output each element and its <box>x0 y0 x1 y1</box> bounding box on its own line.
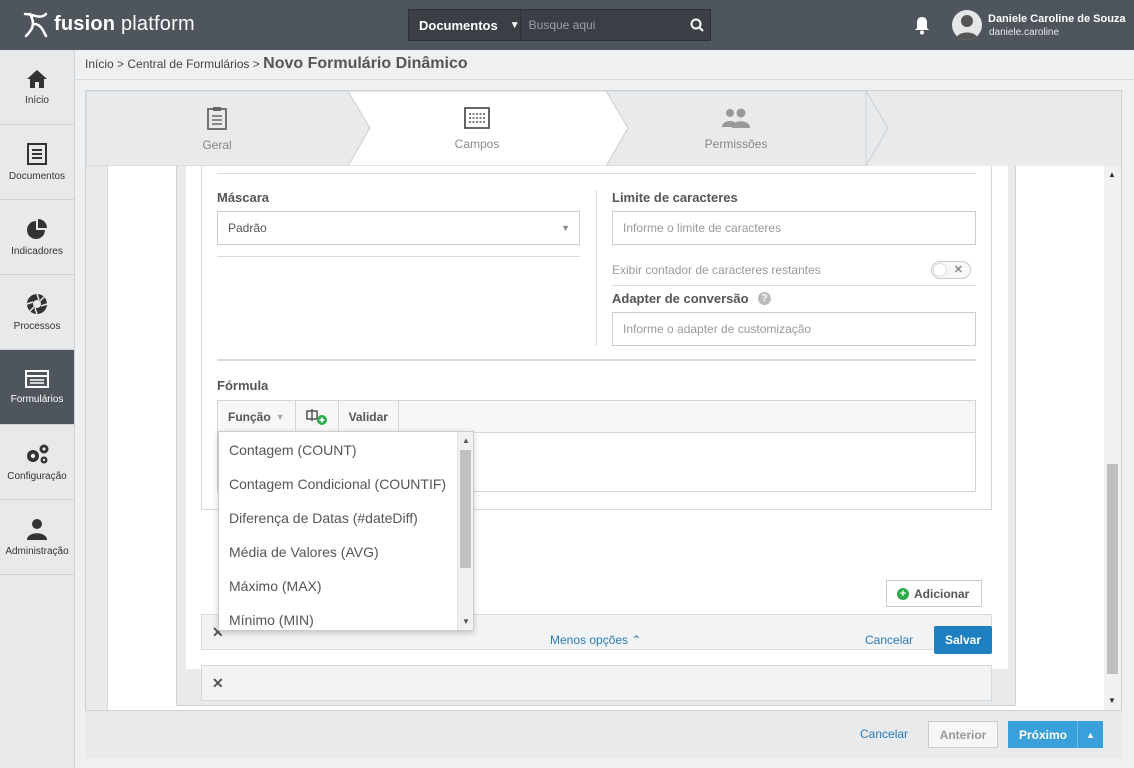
clipboard-icon <box>207 106 227 130</box>
scroll-down-icon[interactable]: ▼ <box>462 617 470 626</box>
adapter-input[interactable]: Informe o adapter de customização <box>612 312 976 346</box>
scroll-down-icon[interactable]: ▼ <box>1108 696 1116 705</box>
top-bar: fusion platform Documentos ▼ Daniele Car… <box>0 0 1134 50</box>
plus-circle-icon: + <box>897 587 909 600</box>
help-icon[interactable]: ? <box>758 292 771 305</box>
sidebar-item-inicio[interactable]: Início <box>0 50 74 125</box>
sidebar-item-indicadores[interactable]: Indicadores <box>0 200 74 275</box>
document-icon <box>27 142 47 165</box>
search-scope-select[interactable]: Documentos ▼ <box>409 10 521 40</box>
content-scrollbar[interactable]: ▲ ▼ <box>1104 166 1121 710</box>
form-icon <box>25 369 49 388</box>
step-label: Geral <box>202 137 232 152</box>
sidebar-item-administracao[interactable]: Administração <box>0 500 74 575</box>
scrollbar-thumb[interactable] <box>460 450 471 568</box>
validate-button[interactable]: Validar <box>339 401 399 432</box>
pie-chart-icon <box>27 218 47 239</box>
user-login: daniele.caroline <box>989 27 1060 38</box>
function-option-avg[interactable]: Média de Valores (AVG) <box>229 544 379 560</box>
sidebar-item-label: Início <box>25 94 49 106</box>
wizard-footer: Cancelar Anterior Próximo ▲ <box>85 710 1122 758</box>
previous-button[interactable]: Anterior <box>928 721 998 748</box>
step-permissoes[interactable]: Permissões <box>606 91 866 166</box>
function-option-count[interactable]: Contagem (COUNT) <box>229 442 357 458</box>
add-field-icon <box>305 408 327 425</box>
counter-toggle[interactable]: ✕ <box>931 261 971 279</box>
sidebar-item-documentos[interactable]: Documentos <box>0 125 74 200</box>
page-title: Novo Formulário Dinâmico <box>263 55 468 72</box>
breadcrumb: Início > Central de Formulários > Novo F… <box>85 55 468 72</box>
cancel-field-button[interactable]: Cancelar <box>865 633 913 647</box>
function-menu-button[interactable]: Função ▼ <box>218 401 296 432</box>
sidebar-item-processos[interactable]: Processos <box>0 275 74 350</box>
user-name[interactable]: Daniele Caroline de Souza <box>988 13 1126 25</box>
function-option-min[interactable]: Mínimo (MIN) <box>229 612 314 628</box>
function-option-countif[interactable]: Contagem Condicional (COUNTIF) <box>229 476 446 492</box>
search-icon <box>690 18 704 32</box>
cancel-wizard-button[interactable]: Cancelar <box>860 727 908 741</box>
user-icon <box>27 518 47 540</box>
brand-logo[interactable]: fusion platform <box>22 10 195 38</box>
scroll-up-icon[interactable]: ▲ <box>1108 170 1116 179</box>
users-icon <box>722 108 750 128</box>
avatar[interactable] <box>952 10 982 40</box>
formula-label: Fórmula <box>217 378 269 393</box>
save-field-button[interactable]: Salvar <box>934 626 992 654</box>
next-button[interactable]: Próximo ▲ <box>1008 721 1103 748</box>
step-label: Permissões <box>704 136 768 151</box>
function-dropdown: Contagem (COUNT) Contagem Condicional (C… <box>218 431 474 631</box>
step-label: Campos <box>454 136 500 151</box>
step-geral[interactable]: Geral <box>86 91 348 166</box>
less-options-link[interactable]: Menos opções ⌃ <box>550 633 641 647</box>
mask-label: Máscara <box>217 190 270 205</box>
bell-icon[interactable] <box>913 15 931 35</box>
dropdown-scrollbar[interactable]: ▲ ▼ <box>457 432 473 630</box>
fusion-logo-icon <box>23 12 48 38</box>
limit-label: Limite de caracteres <box>612 190 738 205</box>
step-campos[interactable]: Campos <box>348 91 606 166</box>
global-search: Documentos ▼ <box>408 9 711 41</box>
function-option-max[interactable]: Máximo (MAX) <box>229 578 322 594</box>
caret-up-icon: ▲ <box>1086 729 1095 740</box>
sidebar-item-label: Administração <box>5 545 69 557</box>
user-silhouette-icon <box>956 15 978 40</box>
caret-down-icon: ▼ <box>509 19 520 31</box>
close-icon: ✕ <box>953 264 963 276</box>
gears-icon <box>27 444 49 463</box>
caret-down-icon: ▼ <box>275 411 285 422</box>
sidebar-item-label: Formulários <box>10 393 64 405</box>
sidebar-item-label: Processos <box>13 320 61 332</box>
adapter-label: Adapter de conversão <box>612 291 749 306</box>
brand-name: fusion platform <box>54 12 195 35</box>
breadcrumb-home[interactable]: Início <box>85 57 114 71</box>
collapse-icon: ✕ <box>212 675 224 691</box>
search-input[interactable] <box>520 10 684 40</box>
next-options-button[interactable]: ▲ <box>1077 721 1103 748</box>
sidebar-item-configuracao[interactable]: Configuração <box>0 425 74 500</box>
home-icon <box>27 69 47 88</box>
aperture-icon <box>26 293 48 314</box>
sidebar-item-label: Indicadores <box>11 245 63 257</box>
add-button[interactable]: + Adicionar <box>886 580 982 607</box>
wizard-panel: Geral Campos Permissões Máscara Padrão ▼… <box>85 90 1122 758</box>
caret-down-icon: ▼ <box>561 223 570 233</box>
counter-toggle-label: Exibir contador de caracteres restantes <box>612 263 821 277</box>
scrollbar-thumb[interactable] <box>1107 464 1118 674</box>
sidebar: Início Documentos Indicadores Processos … <box>0 50 75 768</box>
breadcrumb-parent[interactable]: Central de Formulários <box>127 57 249 71</box>
search-button[interactable] <box>684 18 710 32</box>
char-limit-input[interactable]: Informe o limite de caracteres <box>612 211 976 245</box>
function-option-datediff[interactable]: Diferença de Datas (#dateDiff) <box>229 510 418 526</box>
formula-toolbar: Função ▼ Validar <box>217 400 976 433</box>
sidebar-item-label: Documentos <box>8 170 66 182</box>
mask-select[interactable]: Padrão ▼ <box>217 211 580 245</box>
sidebar-item-formularios[interactable]: Formulários <box>0 350 74 425</box>
collapsed-section-2[interactable]: ✕ <box>201 665 992 701</box>
sidebar-item-label: Configuração <box>7 470 67 482</box>
fields-icon <box>464 106 490 129</box>
double-chevron-up-icon: ⌃ <box>631 633 642 647</box>
scroll-up-icon[interactable]: ▲ <box>462 436 470 445</box>
insert-field-button[interactable] <box>296 401 339 432</box>
